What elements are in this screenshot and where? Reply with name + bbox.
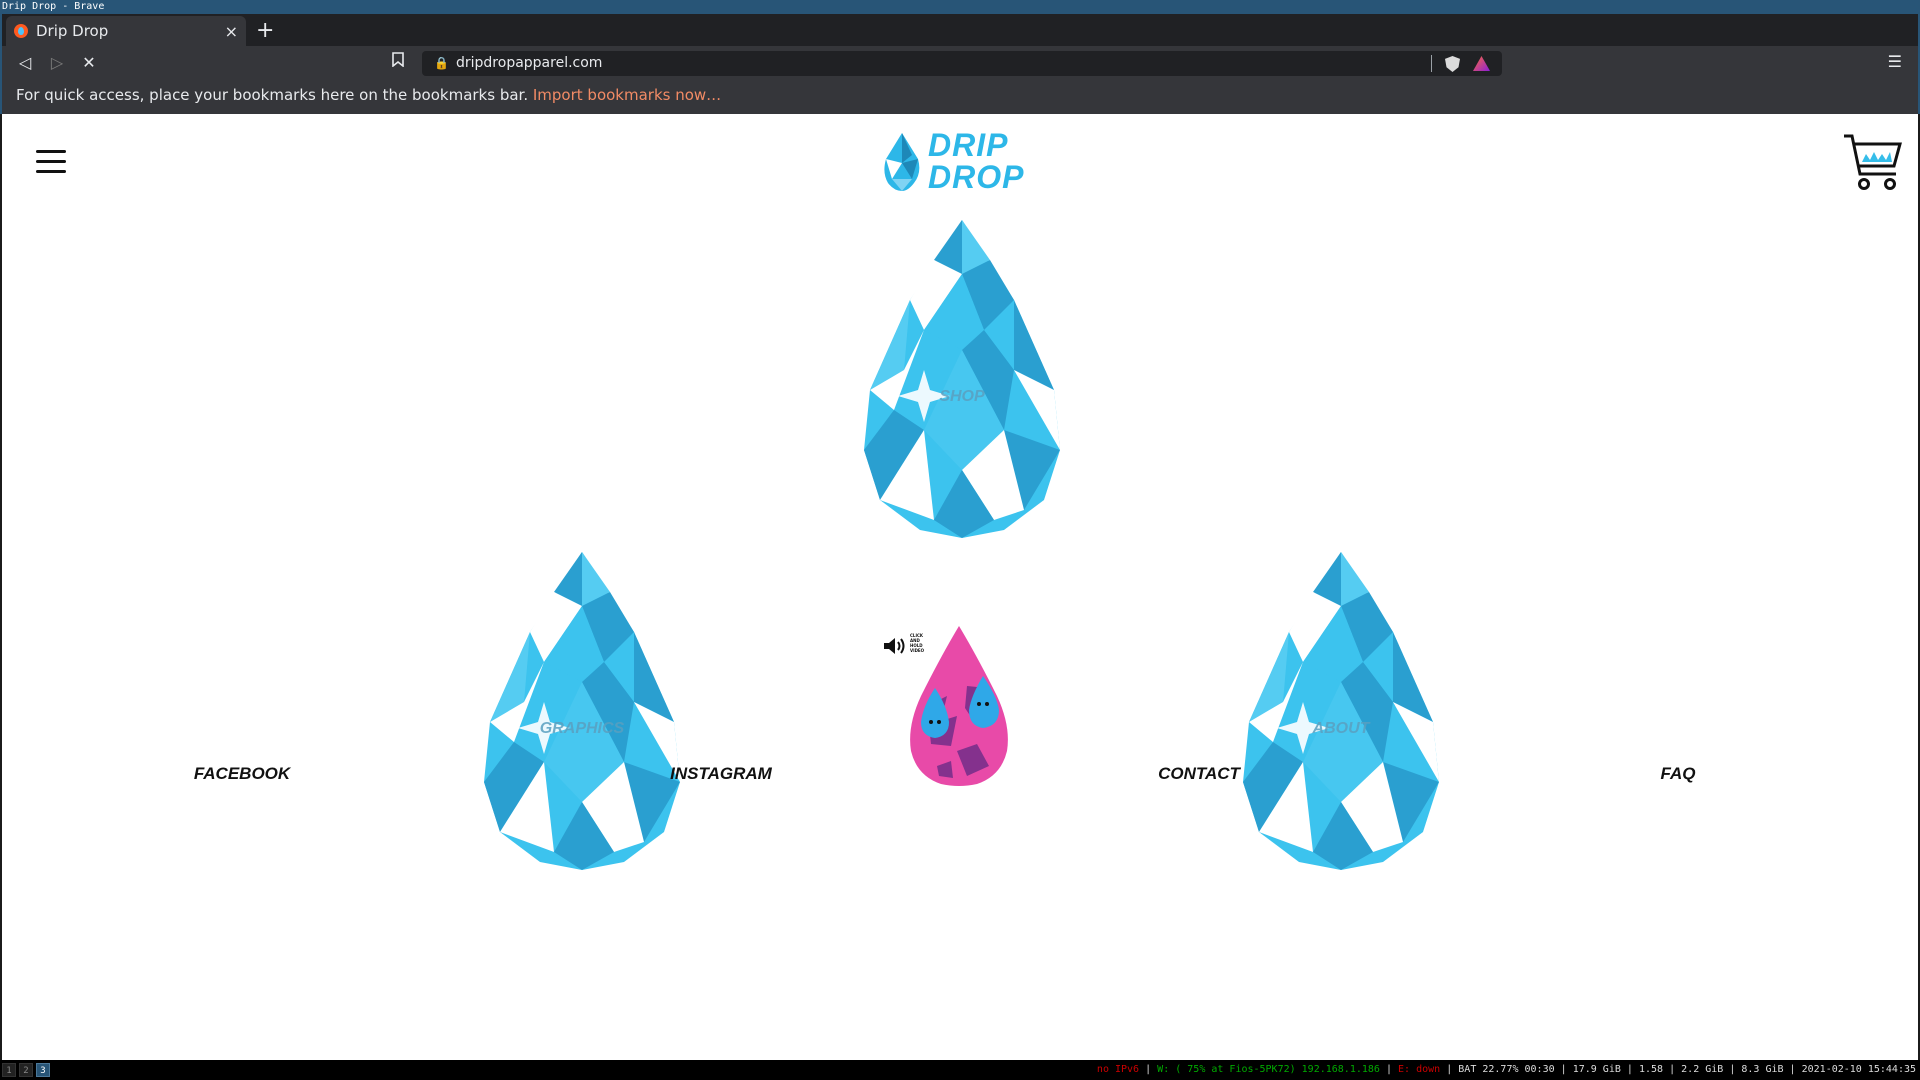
url-text: dripdropapparel.com: [456, 55, 603, 71]
stop-loading-button[interactable]: ✕: [78, 52, 100, 74]
logo-text: DRIP DROP: [928, 129, 1024, 193]
battery-status: BAT 22.77% 00:30: [1458, 1064, 1555, 1075]
bookmarks-message: For quick access, place your bookmarks h…: [16, 86, 529, 104]
browser-toolbar: ◁ ▷ ✕ 🔒 dripdropapparel.com ☰: [0, 46, 1920, 80]
instagram-link[interactable]: INSTAGRAM: [670, 764, 772, 784]
workspace-2[interactable]: 2: [19, 1063, 33, 1077]
status-info: no IPv6 | W: ( 75% at Fios-5PK72) 192.16…: [1096, 1064, 1916, 1075]
wifi-status: W: ( 75% at Fios-5PK72) 192.168.1.186: [1157, 1064, 1380, 1075]
faq-link[interactable]: FAQ: [1661, 764, 1696, 784]
ipv6-status: no IPv6: [1096, 1064, 1140, 1075]
contact-link[interactable]: CONTACT: [1158, 764, 1240, 784]
import-bookmarks-link[interactable]: Import bookmarks now…: [533, 86, 721, 104]
logo-line-1: DRIP: [928, 127, 1009, 163]
about-drop-button[interactable]: ABOUT: [1243, 552, 1439, 870]
favicon-icon: [14, 24, 28, 38]
system-status-bar: 1 2 3 no IPv6 | W: ( 75% at Fios-5PK72) …: [0, 1060, 1920, 1080]
gem-drop-icon: [864, 220, 1060, 538]
datetime-status: 2021-02-10 15:44:35: [1801, 1064, 1916, 1075]
bookmarks-bar: For quick access, place your bookmarks h…: [0, 80, 1920, 114]
disk-status: 17.9 GiB: [1572, 1064, 1621, 1075]
bookmark-icon[interactable]: [392, 52, 404, 71]
brave-rewards-icon[interactable]: [1473, 56, 1490, 71]
brave-shields-icon[interactable]: [1445, 56, 1460, 72]
memory-status: 2.2 GiB | 8.3 GiB: [1681, 1064, 1784, 1075]
browser-menu-button[interactable]: ☰: [1888, 52, 1902, 71]
forward-button[interactable]: ▷: [46, 52, 68, 74]
address-bar[interactable]: 🔒 dripdropapparel.com: [422, 51, 1502, 76]
about-label: ABOUT: [1312, 720, 1370, 737]
tab-drip-drop[interactable]: Drip Drop ×: [6, 16, 246, 46]
site-logo[interactable]: DRIP DROP: [882, 129, 1052, 195]
lock-icon: 🔒: [434, 56, 449, 70]
workspace-1[interactable]: 1: [2, 1063, 16, 1077]
speaker-icon[interactable]: [882, 635, 906, 657]
shop-drop-button[interactable]: SHOP: [864, 220, 1060, 538]
tab-close-icon[interactable]: ×: [225, 22, 238, 41]
video-drop-player[interactable]: [907, 626, 1011, 786]
load-status: 1.58: [1638, 1064, 1664, 1075]
graphics-drop-button[interactable]: GRAPHICS: [484, 552, 680, 870]
new-tab-button[interactable]: +: [256, 18, 274, 44]
shop-label: SHOP: [939, 388, 985, 405]
facebook-link[interactable]: FACEBOOK: [194, 764, 290, 784]
ethernet-status: E: down: [1398, 1064, 1441, 1075]
logo-drop-icon: [884, 133, 920, 191]
shopping-cart-icon[interactable]: [1842, 132, 1902, 194]
hamburger-menu-icon[interactable]: [36, 150, 66, 174]
tab-strip: Drip Drop × +: [0, 14, 1920, 46]
back-button[interactable]: ◁: [14, 52, 36, 74]
tab-title: Drip Drop: [36, 22, 109, 40]
workspace-3[interactable]: 3: [36, 1063, 50, 1077]
logo-line-2: DROP: [928, 159, 1025, 195]
omnibox-divider: [1431, 55, 1432, 72]
window-title: Drip Drop - Brave: [0, 0, 1920, 14]
gem-drop-icon: [1243, 552, 1439, 870]
graphics-label: GRAPHICS: [539, 720, 625, 737]
web-page: DRIP DROP SHOP GRAPHICS CLICK AND HOLD V…: [2, 114, 1918, 1060]
gem-drop-icon: [484, 552, 680, 870]
footer-links: FACEBOOK INSTAGRAM CONTACT FAQ: [2, 764, 1918, 794]
